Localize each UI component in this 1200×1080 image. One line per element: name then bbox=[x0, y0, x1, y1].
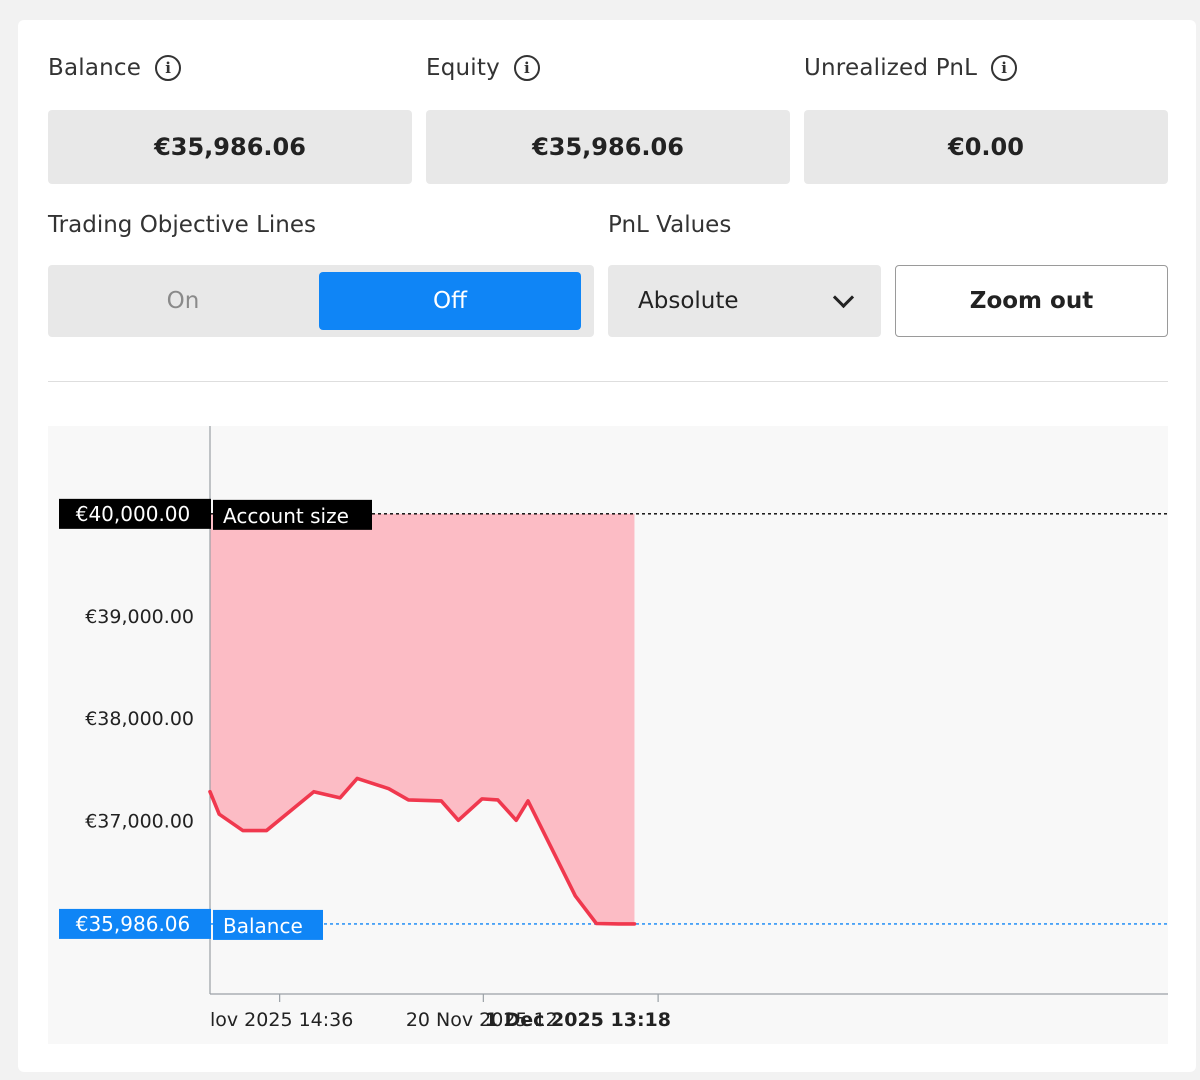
toggle-on-button[interactable]: On bbox=[48, 265, 318, 337]
unrealized-pnl-label: Unrealized PnL bbox=[804, 55, 978, 81]
objective-lines-toggle: On Off bbox=[48, 265, 594, 337]
name-tag-label: Account size bbox=[223, 504, 349, 528]
unrealized-pnl-info-icon[interactable]: i bbox=[991, 55, 1018, 81]
equity-label: Equity bbox=[426, 55, 500, 81]
balance-info-icon[interactable]: i bbox=[155, 55, 182, 81]
equity-info-icon[interactable]: i bbox=[513, 55, 540, 81]
pnl-values-select[interactable]: Absolute bbox=[608, 265, 881, 337]
name-tag-label: Balance bbox=[223, 914, 303, 938]
unrealized-pnl-value: €0.00 bbox=[804, 110, 1168, 184]
chevron-down-icon bbox=[832, 286, 855, 308]
zoom-out-button[interactable]: Zoom out bbox=[895, 265, 1168, 337]
divider bbox=[48, 381, 1168, 382]
pnl-values-selected: Absolute bbox=[638, 288, 739, 314]
value-tag-label: €40,000.00 bbox=[76, 502, 191, 526]
y-tick-label: €38,000.00 bbox=[85, 708, 194, 730]
value-tag-label: €35,986.06 bbox=[76, 912, 191, 936]
unrealized-pnl-label-group: Unrealized PnL i bbox=[804, 55, 1018, 81]
toggle-off-button[interactable]: Off bbox=[319, 272, 581, 330]
balance-chart[interactable]: €39,000.00 €38,000.00 €37,000.00 lov 2025 1… bbox=[48, 426, 1168, 1044]
objective-lines-label: Trading Objective Lines bbox=[48, 212, 316, 238]
pnl-values-label: PnL Values bbox=[608, 212, 732, 238]
balance-value: €35,986.06 bbox=[48, 110, 412, 184]
y-tick-label: €39,000.00 bbox=[85, 606, 194, 628]
balance-label-group: Balance i bbox=[48, 55, 182, 81]
x-tick-label: lov 2025 14:36 bbox=[210, 1009, 353, 1031]
x-tick-label: 1 Dec 2025 13:18 bbox=[485, 1009, 671, 1031]
balance-label: Balance bbox=[48, 55, 142, 81]
equity-value: €35,986.06 bbox=[426, 110, 790, 184]
y-tick-label: €37,000.00 bbox=[85, 810, 194, 832]
equity-label-group: Equity i bbox=[426, 55, 540, 81]
